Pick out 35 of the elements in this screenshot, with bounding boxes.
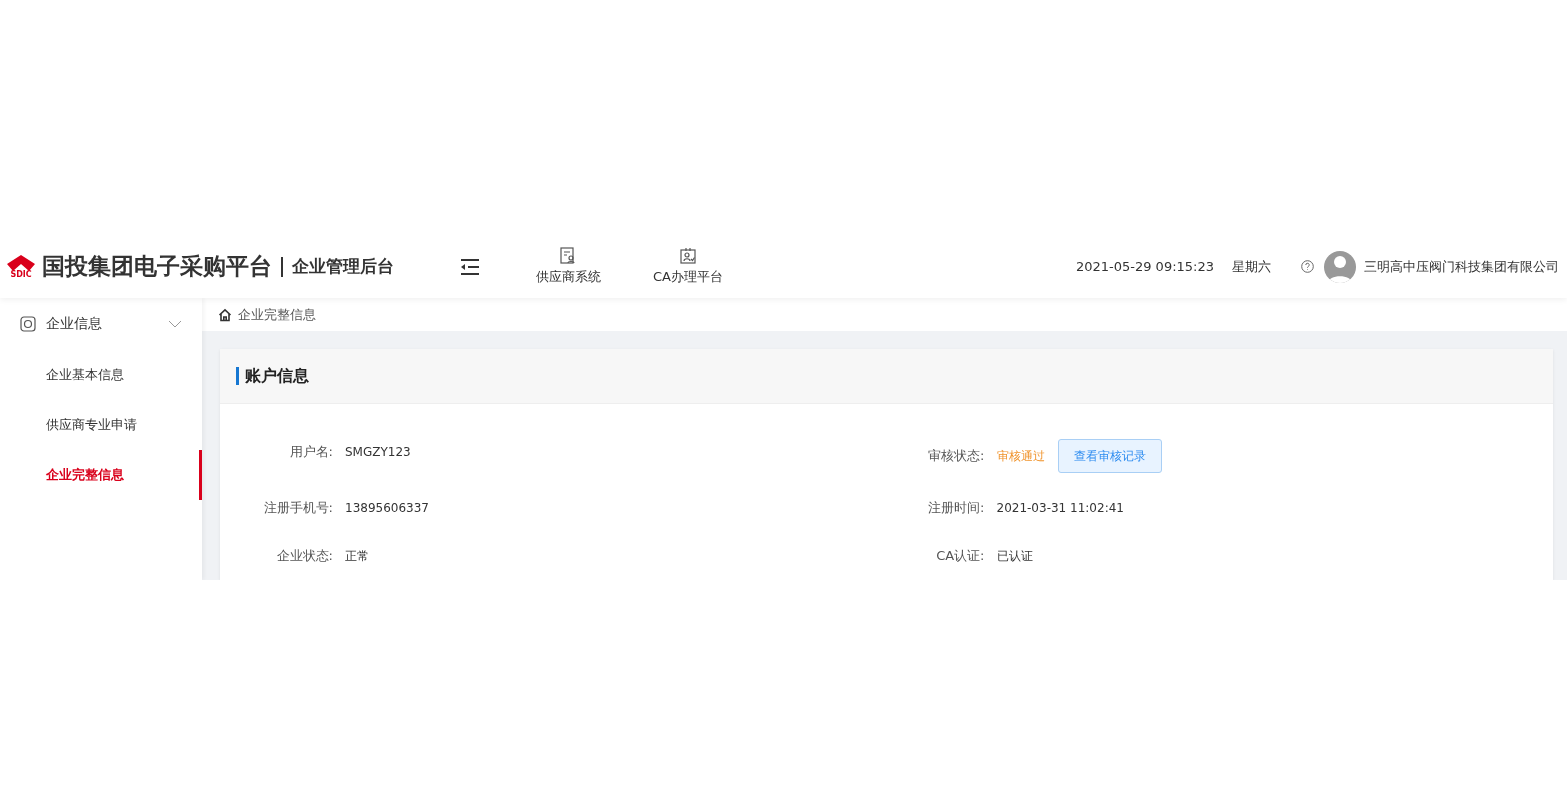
platform-subtitle: 企业管理后台 — [292, 255, 394, 278]
menu-toggle-button[interactable] — [460, 257, 480, 276]
field-label: 用户名: — [288, 443, 333, 461]
company-name: 三明高中压阀门科技集团有限公司 — [1364, 257, 1559, 276]
sidebar-item[interactable]: 企业基本信息 — [0, 350, 202, 400]
chevron-icon — [168, 320, 182, 328]
field-value: 正常 — [345, 547, 369, 565]
field-label: 审核状态: — [927, 447, 985, 465]
field-label: 注册手机号: — [262, 499, 333, 517]
field-value: SMGZY123 — [345, 445, 411, 459]
logo-text: SDIC — [10, 270, 32, 279]
help-icon[interactable] — [1301, 260, 1314, 273]
home-icon[interactable] — [218, 307, 232, 322]
weekday-text: 星期六 — [1232, 257, 1271, 276]
menu-icon — [460, 257, 480, 276]
nav-item[interactable]: 供应商系统 — [518, 247, 618, 286]
avatar[interactable] — [1324, 250, 1356, 283]
field-label: CA认证: — [935, 547, 985, 565]
field-value: 2021-03-31 11:02:41 — [996, 501, 1124, 515]
logo-icon — [7, 254, 35, 271]
field-label: 企业状态: — [275, 547, 333, 565]
nav-item[interactable]: CA办理平台 — [638, 247, 738, 286]
sidebar-item[interactable]: 供应商专业申请 — [0, 400, 202, 450]
badge-person-icon — [679, 247, 697, 265]
card-title: 账户信息 — [236, 367, 309, 385]
breadcrumb-text: 企业完整信息 — [238, 305, 316, 324]
status-value: 审核通过 — [996, 447, 1045, 465]
field-value: 已认证 — [996, 547, 1033, 565]
datetime-text: 2021-05-29 09:15:23 — [1075, 259, 1214, 274]
document-people-icon — [559, 247, 577, 265]
field-label: 注册时间: — [927, 499, 985, 517]
chat-bubble-icon — [20, 316, 36, 332]
field-value: 13895606337 — [345, 501, 429, 515]
sidebar-group[interactable]: 企业信息 — [0, 298, 202, 350]
platform-title: 国投集团电子采购平台 — [42, 252, 272, 281]
